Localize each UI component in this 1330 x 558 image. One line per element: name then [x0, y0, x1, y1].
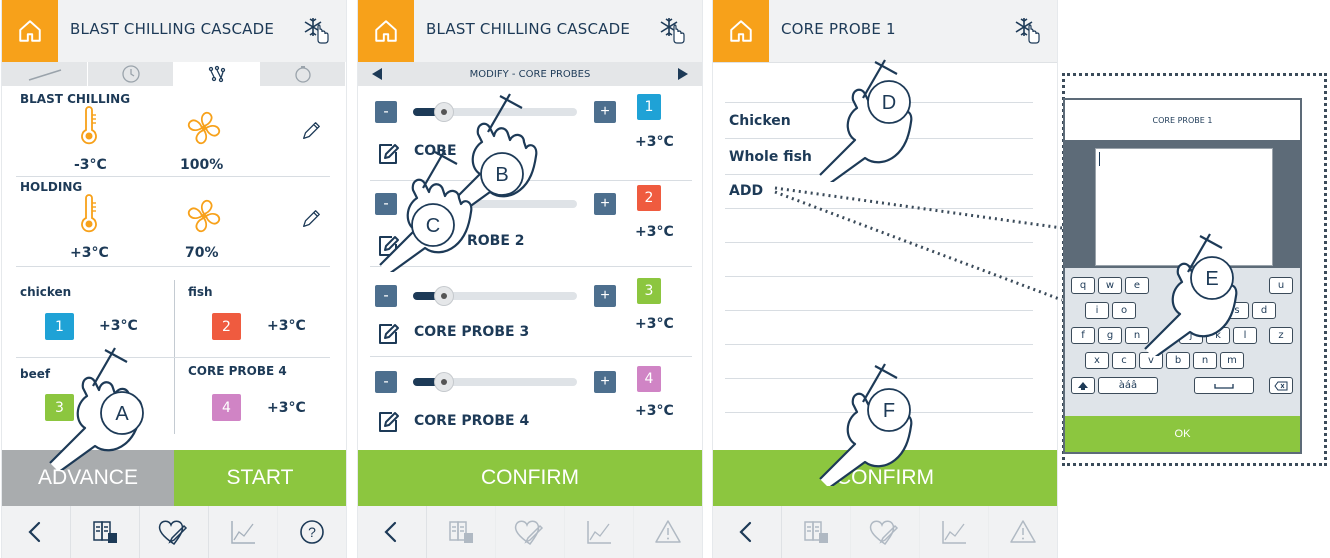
- annotation-label: B: [495, 164, 508, 186]
- key[interactable]: w: [1098, 277, 1122, 294]
- key[interactable]: q: [1071, 277, 1095, 294]
- keyboard-title: CORE PROBE 1: [1065, 100, 1300, 140]
- backspace-icon: [1274, 381, 1288, 390]
- annotation-label: F: [883, 400, 895, 422]
- annotation-label: D: [882, 92, 896, 114]
- key[interactable]: x: [1085, 352, 1109, 369]
- key[interactable]: c: [1112, 352, 1136, 369]
- key[interactable]: g: [1098, 327, 1122, 344]
- space-icon: [1214, 383, 1234, 389]
- key[interactable]: z: [1269, 327, 1293, 344]
- pointing-hand-icon: F: [815, 362, 925, 486]
- key[interactable]: i: [1085, 302, 1109, 319]
- pointing-hand-icon: A: [45, 346, 144, 470]
- pointing-hand-icon: D: [815, 58, 925, 182]
- key[interactable]: d: [1252, 302, 1276, 319]
- key[interactable]: u: [1269, 277, 1293, 294]
- annotation-label: C: [426, 215, 440, 237]
- annotation-label: A: [115, 403, 129, 425]
- backspace-key[interactable]: [1269, 377, 1293, 394]
- annotation-label: E: [1205, 268, 1218, 290]
- pointing-hand-icon: C: [375, 148, 485, 272]
- shift-key[interactable]: [1071, 377, 1095, 394]
- space-key[interactable]: [1194, 377, 1254, 394]
- ok-button[interactable]: OK: [1065, 416, 1300, 452]
- pointing-hand-icon: E: [1140, 232, 1250, 356]
- accent-key[interactable]: àáâ: [1098, 377, 1158, 394]
- key[interactable]: f: [1071, 327, 1095, 344]
- shift-icon: [1078, 381, 1088, 390]
- key[interactable]: o: [1112, 302, 1136, 319]
